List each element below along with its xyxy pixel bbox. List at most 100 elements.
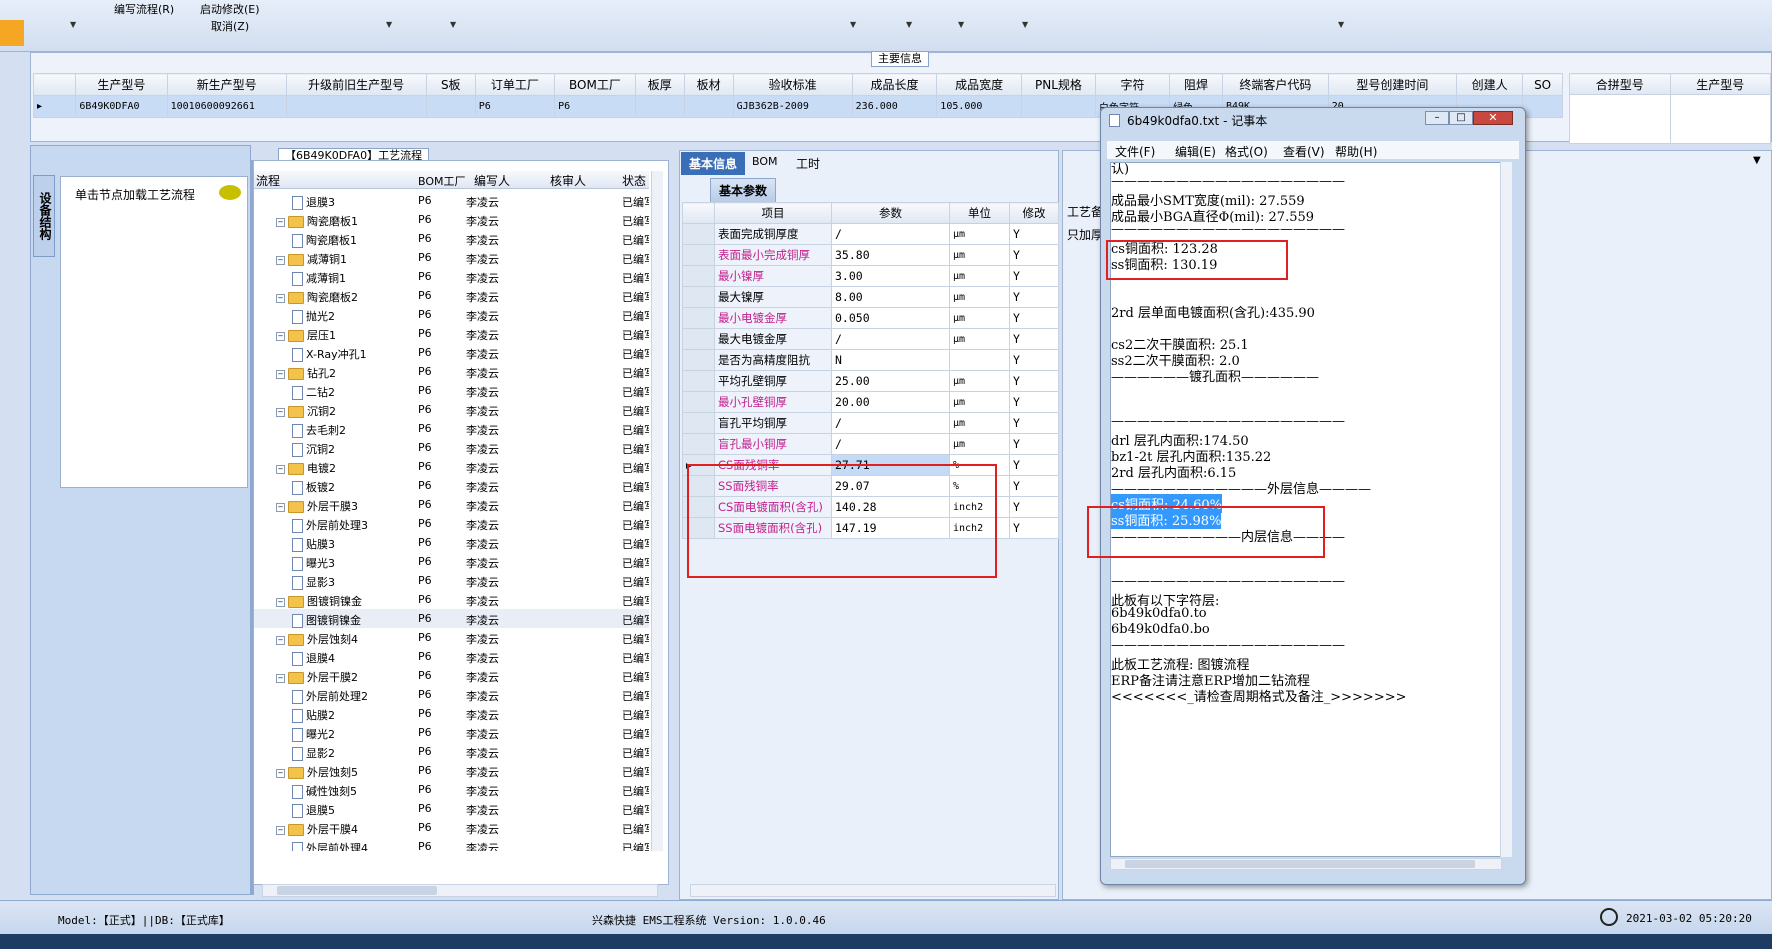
table-row[interactable]: 盲孔最小铜厚 / μm Y	[682, 433, 1059, 455]
chevron-down-icon[interactable]: ▼	[1753, 155, 1761, 166]
tree-node[interactable]: − 电镀2	[276, 460, 336, 476]
tree-node[interactable]: 碱性蚀刻5	[292, 783, 357, 799]
tree-node[interactable]: − 减薄铜1	[276, 251, 347, 267]
tree-node[interactable]: − 图镀铜镍金	[276, 593, 362, 609]
table-cell[interactable]: P6	[474, 95, 556, 118]
param-value-cell[interactable]: 25.00	[831, 370, 950, 392]
chevron-down-icon[interactable]: ▼	[850, 20, 856, 29]
chevron-down-icon[interactable]: ▼	[450, 20, 456, 29]
tree-row[interactable]: − 层压1 P6 李凌云 已编写	[254, 324, 649, 343]
param-modify-cell[interactable]: Y	[1009, 223, 1059, 245]
param-modify-cell[interactable]: Y	[1009, 244, 1059, 266]
tree-node[interactable]: 退膜3	[292, 194, 335, 210]
param-unit-cell[interactable]	[949, 349, 1010, 371]
table-row[interactable]: 表面完成铜厚度 / μm Y	[682, 223, 1059, 245]
tree-row[interactable]: 退膜5 P6 李凌云 已编写	[254, 799, 649, 818]
tree-node[interactable]: − 陶瓷磨板1	[276, 213, 358, 229]
param-name-cell[interactable]: 最大镍厚	[714, 286, 832, 308]
column-header[interactable]: 编写人	[474, 172, 510, 189]
chevron-down-icon[interactable]: ▼	[386, 20, 392, 29]
tree-node[interactable]: 显影2	[292, 745, 335, 761]
param-unit-cell[interactable]: μm	[949, 391, 1010, 413]
tree-node[interactable]: − 外层干膜2	[276, 669, 358, 685]
param-value-cell[interactable]: 3.00	[831, 265, 950, 287]
param-value-cell[interactable]: N	[831, 349, 950, 371]
table-cell[interactable]: P6	[554, 95, 636, 118]
table-cell[interactable]: GJB362B-2009	[732, 95, 853, 118]
tree-node[interactable]: 图镀铜镍金	[292, 612, 361, 628]
tree-node[interactable]: − 钻孔2	[276, 365, 336, 381]
tree-row[interactable]: − 外层干膜4 P6 李凌云 已编写	[254, 818, 649, 837]
param-modify-cell[interactable]: Y	[1009, 286, 1059, 308]
tree-row[interactable]: − 外层干膜3 P6 李凌云 已编写	[254, 495, 649, 514]
param-modify-cell[interactable]: Y	[1009, 412, 1059, 434]
tree-node[interactable]: − 外层蚀刻5	[276, 764, 358, 780]
collapse-icon[interactable]: −	[276, 293, 285, 303]
param-name-cell[interactable]: 盲孔平均铜厚	[714, 412, 832, 434]
column-header[interactable]: BOM工厂	[554, 73, 636, 96]
chevron-down-icon[interactable]: ▼	[906, 20, 912, 29]
param-name-cell[interactable]: 最小镍厚	[714, 265, 832, 287]
tree-node[interactable]: 显影3	[292, 574, 335, 590]
column-header[interactable]: BOM工厂	[418, 173, 466, 189]
param-value-cell[interactable]: /	[831, 412, 950, 434]
tree-row[interactable]: 外层前处理2 P6 李凌云 已编写	[254, 685, 649, 704]
column-header[interactable]: 终端客户代码	[1221, 73, 1329, 96]
table-cell[interactable]	[634, 95, 685, 118]
column-header[interactable]: 验收标准	[732, 73, 853, 96]
table-cell[interactable]: 10010600092661	[166, 95, 287, 118]
tree-node[interactable]: − 外层干膜4	[276, 821, 358, 837]
tab-process-note[interactable]: 工艺备	[1067, 203, 1103, 220]
column-header[interactable]: 订单工厂	[474, 73, 556, 96]
tree-node[interactable]: 陶瓷磨板1	[292, 232, 357, 248]
collapse-icon[interactable]: −	[276, 407, 285, 417]
table-row[interactable]: 最大电镀金厚 / μm Y	[682, 328, 1059, 350]
column-header[interactable]: PNL规格	[1020, 73, 1097, 96]
tree-node[interactable]: − 外层蚀刻4	[276, 631, 358, 647]
param-unit-cell[interactable]: μm	[949, 412, 1010, 434]
tree-row[interactable]: 外层前处理4 P6 李凌云 已编写	[254, 837, 649, 851]
param-unit-cell[interactable]: μm	[949, 223, 1010, 245]
tree-node[interactable]: 二钻2	[292, 384, 335, 400]
param-name-cell[interactable]: 表面完成铜厚度	[714, 223, 832, 245]
param-value-cell[interactable]: 8.00	[831, 286, 950, 308]
tree-row[interactable]: 曝光2 P6 李凌云 已编写	[254, 723, 649, 742]
tree-row[interactable]: − 电镀2 P6 李凌云 已编写	[254, 457, 649, 476]
column-header[interactable]: 项目	[714, 202, 832, 224]
tree-row[interactable]: 退膜3 P6 李凌云 已编写	[254, 191, 649, 210]
param-unit-cell[interactable]: μm	[949, 370, 1010, 392]
tab-work-hours[interactable]: 工时	[788, 152, 828, 175]
column-header[interactable]: 阻焊	[1169, 73, 1223, 96]
param-name-cell[interactable]: 盲孔最小铜厚	[714, 433, 832, 455]
param-modify-cell[interactable]: Y	[1009, 433, 1059, 455]
collapse-icon[interactable]: −	[276, 255, 285, 265]
tree-node[interactable]: 抛光2	[292, 308, 335, 324]
menu-view[interactable]: 查看(V)	[1283, 143, 1325, 160]
tree-row[interactable]: 抛光2 P6 李凌云 已编写	[254, 305, 649, 324]
menu-help[interactable]: 帮助(H)	[1335, 143, 1377, 160]
collapse-icon[interactable]: −	[276, 768, 285, 778]
tab-basic-params[interactable]: 基本参数	[710, 178, 777, 203]
column-header[interactable]: S板	[425, 73, 476, 96]
tree-row[interactable]: 显影2 P6 李凌云 已编写	[254, 742, 649, 761]
cancel-button[interactable]: 取消(Z)	[211, 18, 249, 34]
table-cell[interactable]: 105.000	[936, 95, 1022, 118]
menu-edit[interactable]: 编辑(E)	[1175, 143, 1216, 160]
param-value-cell[interactable]: 0.050	[831, 307, 950, 329]
column-header[interactable]: 修改	[1009, 202, 1059, 224]
param-value-cell[interactable]: /	[831, 223, 950, 245]
menu-file[interactable]: 文件(F)	[1115, 143, 1155, 160]
param-unit-cell[interactable]: μm	[949, 328, 1010, 350]
table-cell[interactable]: 6B49K0DFA0	[75, 95, 168, 118]
tree-row[interactable]: − 陶瓷磨板2 P6 李凌云 已编写	[254, 286, 649, 305]
collapse-icon[interactable]: −	[276, 825, 285, 835]
column-header[interactable]: SO	[1522, 73, 1563, 96]
table-cell[interactable]	[1522, 95, 1563, 118]
column-header[interactable]: 板厚	[634, 73, 685, 96]
param-name-cell[interactable]: 最小电镀金厚	[714, 307, 832, 329]
tree-row[interactable]: − 沉铜2 P6 李凌云 已编写	[254, 400, 649, 419]
tree-node[interactable]: 贴膜3	[292, 536, 335, 552]
tree-row[interactable]: 图镀铜镍金 P6 李凌云 已编写	[254, 609, 649, 628]
column-header[interactable]: 成品长度	[851, 73, 938, 96]
param-unit-cell[interactable]: μm	[949, 433, 1010, 455]
